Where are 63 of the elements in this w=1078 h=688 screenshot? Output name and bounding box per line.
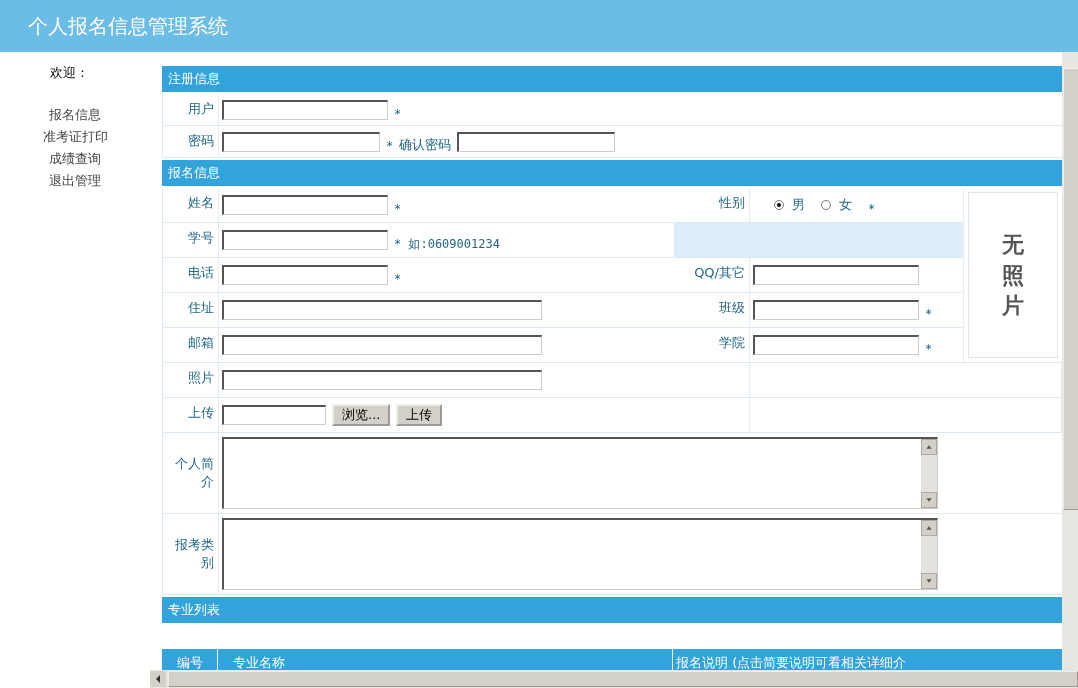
field-label: 报考类别	[174, 536, 214, 572]
file-path-field[interactable]	[222, 405, 326, 425]
column-header: 报名说明 (点击简要说明可看相关详细介	[675, 654, 908, 670]
sidebar-link[interactable]: 成绩查询	[49, 150, 101, 168]
required-mark: *	[394, 106, 402, 121]
password-field[interactable]	[222, 131, 380, 152]
field-label: 班级	[719, 299, 745, 317]
field-label: QQ/其它	[694, 264, 745, 282]
field-label: 性别	[719, 194, 745, 212]
input-field[interactable]	[222, 195, 388, 215]
browse-button[interactable]: 浏览...	[332, 404, 391, 426]
section-header: 注册信息	[162, 66, 1062, 92]
scroll-left-button[interactable]	[150, 671, 166, 687]
field-label: 学号	[188, 229, 214, 247]
upload-button[interactable]: 上传	[396, 404, 443, 426]
radio-label[interactable]: 女	[839, 196, 852, 214]
field-label: 用户	[188, 100, 214, 118]
radio-button[interactable]	[821, 200, 831, 210]
text-area[interactable]	[222, 518, 938, 590]
radio-label[interactable]: 男	[792, 196, 805, 214]
app-title: 个人报名信息管理系统	[28, 12, 228, 40]
password-field[interactable]	[457, 131, 616, 152]
input-field[interactable]	[222, 230, 388, 250]
input-field[interactable]	[222, 370, 542, 390]
field-label: 密码	[188, 132, 214, 150]
required-mark: *	[868, 202, 876, 216]
required-mark: *	[925, 307, 933, 321]
field-note: *	[394, 202, 402, 216]
field-label: 邮箱	[188, 334, 214, 352]
section-header: 报名信息	[162, 160, 1062, 186]
field-note: *	[394, 272, 402, 286]
section-header: 专业列表	[162, 597, 1062, 623]
input-field[interactable]	[222, 300, 542, 320]
sidebar-link[interactable]: 报名信息	[49, 106, 101, 124]
input-field[interactable]	[753, 335, 919, 355]
vertical-scrollbar[interactable]	[1062, 52, 1078, 670]
required-mark: *	[386, 138, 394, 153]
input-field[interactable]	[222, 265, 388, 285]
scroll-up-button[interactable]	[921, 439, 937, 455]
required-mark: *	[925, 342, 933, 356]
radio-button[interactable]	[774, 200, 784, 210]
welcome-text: 欢迎：	[49, 64, 89, 82]
input-field[interactable]	[753, 265, 919, 285]
field-label: 上传	[188, 404, 214, 422]
input-field[interactable]	[753, 300, 919, 320]
field-label: 学院	[719, 334, 745, 352]
input-field[interactable]	[222, 335, 542, 355]
sidebar-link[interactable]: 准考证打印	[42, 128, 108, 146]
field-label: 确认密码	[399, 135, 452, 154]
text-area[interactable]	[222, 437, 938, 509]
scroll-up-button[interactable]	[921, 520, 937, 536]
field-label: 个人简介	[174, 455, 214, 491]
field-label: 照片	[188, 369, 214, 387]
scroll-thumb[interactable]	[1063, 68, 1078, 510]
scroll-down-button[interactable]	[921, 492, 937, 508]
field-label: 姓名	[188, 194, 214, 212]
field-label: 住址	[188, 299, 214, 317]
sidebar-link[interactable]: 退出管理	[49, 172, 101, 190]
input-field[interactable]	[222, 99, 388, 120]
field-label: 电话	[188, 264, 214, 282]
no-photo-image: 无照片	[968, 192, 1058, 358]
scroll-down-button[interactable]	[921, 573, 937, 589]
field-note: * 如:0609001234	[394, 235, 500, 253]
